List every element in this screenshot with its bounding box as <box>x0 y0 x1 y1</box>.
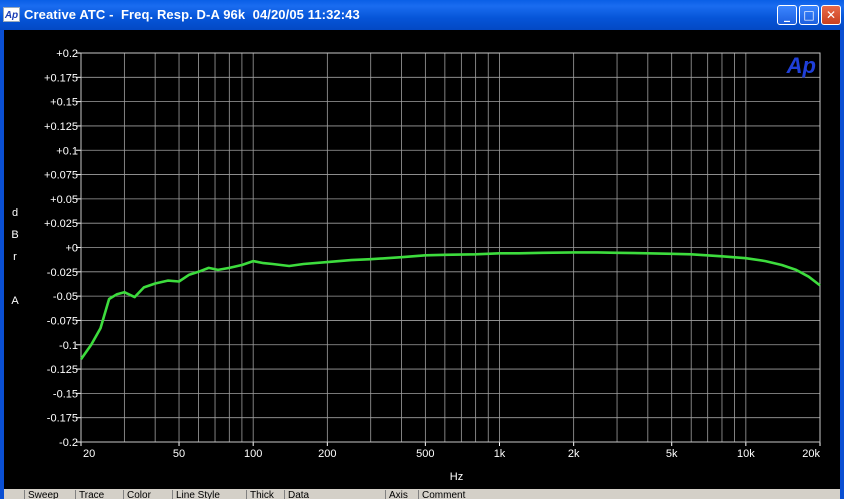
legend-column-header: Data <box>284 490 309 499</box>
y-tick-label: -0.15 <box>53 388 78 400</box>
legend-column-header: Color <box>123 490 151 499</box>
x-tick-label: 500 <box>416 448 434 460</box>
title-bar[interactable]: Ap Creative ATC - Freq. Resp. D-A 96k 04… <box>0 0 844 30</box>
y-tick-label: +0 <box>65 243 78 255</box>
y-tick-label: -0.2 <box>59 437 78 449</box>
y-tick-label: -0.025 <box>47 267 78 279</box>
y-tick-label: +0.025 <box>44 218 78 230</box>
y-tick-label: -0.05 <box>53 291 78 303</box>
x-tick-label: 20k <box>802 448 820 460</box>
app-icon[interactable]: Ap <box>3 7 20 22</box>
legend-column-header: Thick <box>246 490 274 499</box>
minimize-button[interactable]: _ <box>777 5 797 25</box>
maximize-button[interactable]: □ <box>799 5 819 25</box>
y-tick-label: +0.05 <box>50 194 78 206</box>
y-tick-label: +0.2 <box>56 48 78 60</box>
legend-column-header: Line Style <box>172 490 220 499</box>
close-button[interactable]: ✕ <box>821 5 841 25</box>
x-tick-label: 20 <box>83 448 95 460</box>
x-axis-label: Hz <box>450 471 463 483</box>
x-tick-label: 5k <box>666 448 678 460</box>
window-title: Creative ATC - Freq. Resp. D-A 96k 04/20… <box>24 7 360 22</box>
y-tick-label: +0.1 <box>56 145 78 157</box>
ap-logo: Ap <box>786 53 816 78</box>
legend-column-header: Sweep <box>24 490 59 499</box>
x-tick-label: 200 <box>318 448 336 460</box>
legend-column-header: Axis <box>385 490 408 499</box>
y-tick-label: -0.175 <box>47 413 78 425</box>
legend-column-header: Comment <box>418 490 465 499</box>
y-tick-label: -0.075 <box>47 315 78 327</box>
chart-background <box>4 30 840 489</box>
y-tick-label: -0.1 <box>59 340 78 352</box>
y-tick-label: +0.075 <box>44 170 78 182</box>
y-tick-label: +0.125 <box>44 121 78 133</box>
frequency-response-chart: +0.2 +0.175 +0.15 +0.125 +0.1 +0.075 +0.05 +0.0… <box>4 30 840 489</box>
x-tick-label: 50 <box>173 448 185 460</box>
y-tick-label: +0.15 <box>50 97 78 109</box>
x-tick-label: 1k <box>494 448 506 460</box>
x-tick-label: 2k <box>568 448 580 460</box>
legend-column-header: Trace <box>75 490 104 499</box>
y-tick-label: +0.175 <box>44 72 78 84</box>
window-frame-right <box>840 30 844 499</box>
trace-legend-bar: Sweep Trace Color Line Style Thick Data Axis Co… <box>4 489 840 499</box>
x-tick-label: 10k <box>737 448 755 460</box>
x-tick-label: 100 <box>244 448 262 460</box>
y-tick-label: -0.125 <box>47 364 78 376</box>
